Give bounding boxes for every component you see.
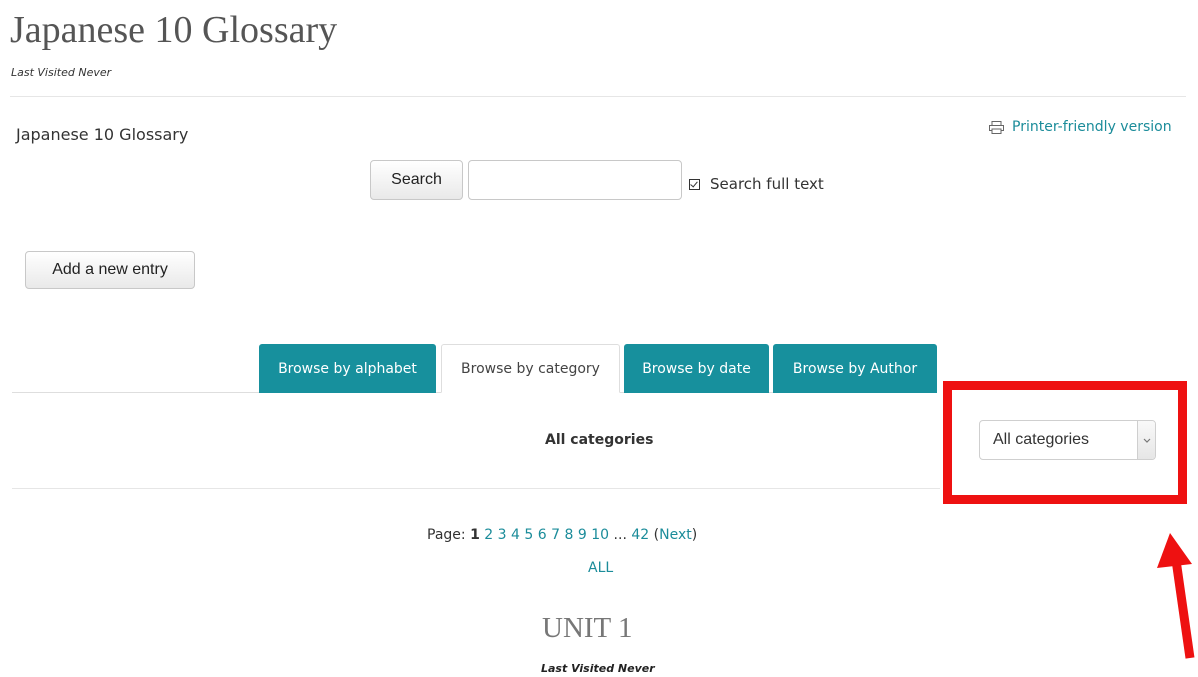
next-page-link[interactable]: Next xyxy=(659,527,692,543)
tab-browse-by-category[interactable]: Browse by category xyxy=(441,344,620,393)
divider xyxy=(12,488,940,489)
pagination: Page: 1 2 3 4 5 6 7 8 9 10 ... 42 (Next) xyxy=(427,527,698,543)
all-pages-link[interactable]: ALL xyxy=(588,560,613,576)
page-link[interactable]: 10 xyxy=(591,527,609,543)
unit-title: UNIT 1 xyxy=(542,612,633,644)
page-link[interactable]: 9 xyxy=(578,527,587,543)
divider xyxy=(10,96,1186,97)
search-input[interactable] xyxy=(468,160,682,200)
page-link[interactable]: 2 xyxy=(484,527,493,543)
page-link[interactable]: 5 xyxy=(524,527,533,543)
page-title: Japanese 10 Glossary xyxy=(10,9,338,51)
search-button[interactable]: Search xyxy=(370,160,463,200)
current-page: 1 xyxy=(470,527,480,543)
page-prefix: Page: xyxy=(427,527,466,543)
page-link[interactable]: 8 xyxy=(565,527,574,543)
page-ellipsis: ... xyxy=(613,527,627,543)
page-link-last[interactable]: 42 xyxy=(631,527,649,543)
search-full-text-label: Search full text xyxy=(710,175,824,193)
page-link[interactable]: 6 xyxy=(538,527,547,543)
printer-friendly-link[interactable]: Printer-friendly version xyxy=(989,119,1172,135)
checkbox-checked-icon[interactable] xyxy=(689,178,700,190)
add-new-entry-button[interactable]: Add a new entry xyxy=(25,251,195,289)
category-heading: All categories xyxy=(545,432,654,448)
arrow-up-icon xyxy=(1157,533,1195,659)
tab-browse-by-alphabet[interactable]: Browse by alphabet xyxy=(259,344,436,393)
tab-browse-by-author[interactable]: Browse by Author xyxy=(773,344,937,393)
glossary-name: Japanese 10 Glossary xyxy=(16,125,189,144)
tab-browse-by-date[interactable]: Browse by date xyxy=(624,344,769,393)
page-link[interactable]: 7 xyxy=(551,527,560,543)
search-full-text-option[interactable]: Search full text xyxy=(689,175,824,193)
annotation-highlight-box xyxy=(943,381,1187,504)
printer-friendly-label: Printer-friendly version xyxy=(1012,119,1172,135)
printer-icon xyxy=(989,120,1004,134)
glossary-page: Japanese 10 Glossary Last Visited Never … xyxy=(0,0,1198,677)
last-visited-label: Last Visited Never xyxy=(11,66,112,79)
page-link[interactable]: 4 xyxy=(511,527,520,543)
unit-last-visited: Last Visited Never xyxy=(541,662,655,675)
page-link[interactable]: 3 xyxy=(498,527,507,543)
